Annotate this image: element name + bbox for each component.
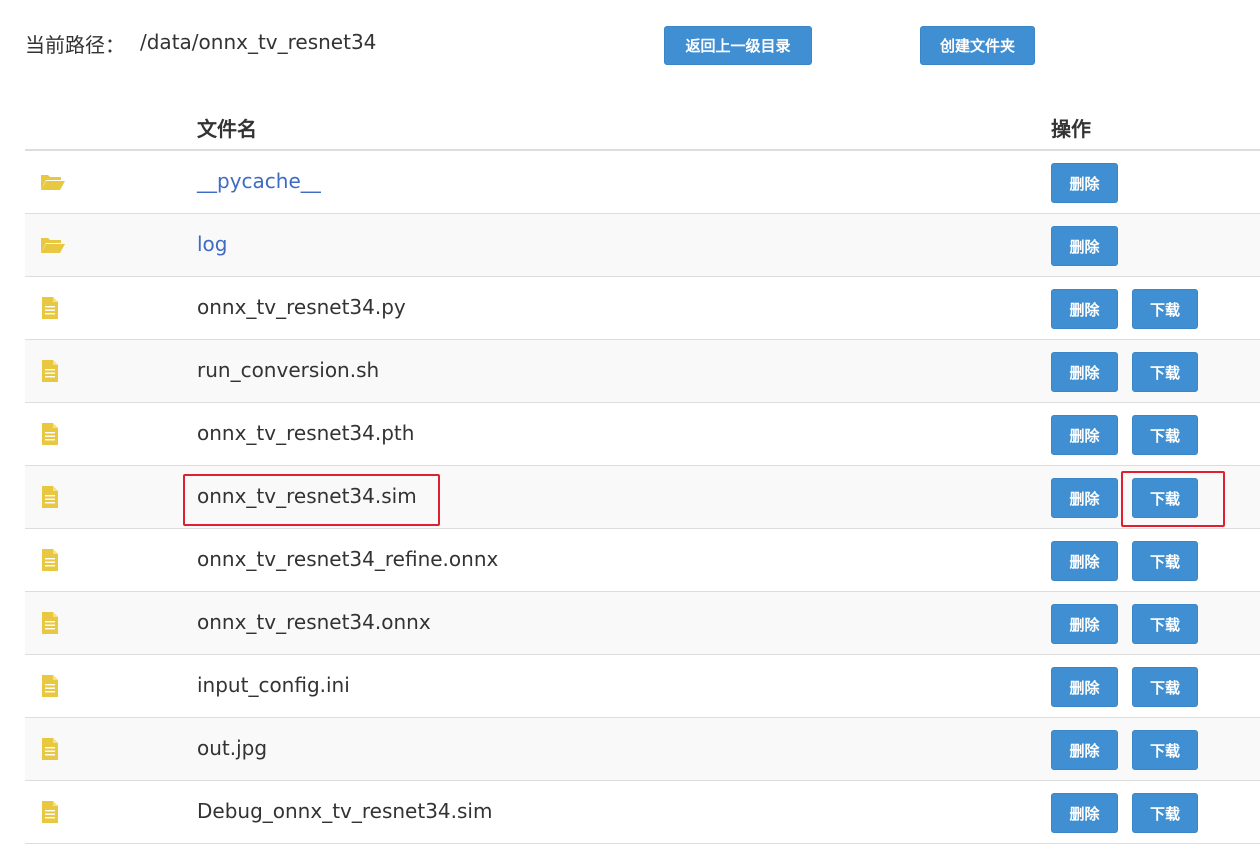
delete-button[interactable]: 删除 bbox=[1051, 478, 1118, 518]
file-text-icon bbox=[40, 486, 66, 508]
folder-link[interactable]: log bbox=[197, 232, 228, 256]
table-header: 文件名 操作 bbox=[25, 100, 1260, 151]
column-header-actions: 操作 bbox=[1051, 117, 1091, 141]
file-text-icon bbox=[40, 549, 66, 571]
delete-button[interactable]: 删除 bbox=[1051, 541, 1118, 581]
current-path-value: /data/onnx_tv_resnet34 bbox=[140, 30, 377, 54]
delete-button[interactable]: 删除 bbox=[1051, 730, 1118, 770]
delete-button[interactable]: 删除 bbox=[1051, 415, 1118, 455]
folder-open-icon bbox=[40, 171, 66, 193]
file-name: input_config.ini bbox=[197, 673, 350, 697]
file-text-icon bbox=[40, 360, 66, 382]
table-row: input_config.ini 删除 下载 bbox=[25, 655, 1260, 718]
file-name: out.jpg bbox=[197, 736, 268, 760]
download-button[interactable]: 下载 bbox=[1132, 667, 1198, 707]
download-button[interactable]: 下载 bbox=[1132, 415, 1198, 455]
folder-open-icon bbox=[40, 234, 66, 256]
table-row: onnx_tv_resnet34_refine.onnx 删除 下载 bbox=[25, 529, 1260, 592]
file-text-icon bbox=[40, 675, 66, 697]
file-name: onnx_tv_resnet34_refine.onnx bbox=[197, 547, 499, 571]
table-row: out.jpg 删除 下载 bbox=[25, 718, 1260, 781]
delete-button[interactable]: 删除 bbox=[1051, 289, 1118, 329]
download-button[interactable]: 下载 bbox=[1132, 289, 1198, 329]
table-row: onnx_tv_resnet34.py 删除 下载 bbox=[25, 277, 1260, 340]
delete-button[interactable]: 删除 bbox=[1051, 226, 1118, 266]
file-text-icon bbox=[40, 801, 66, 823]
table-row: log 删除 bbox=[25, 214, 1260, 277]
file-table: 文件名 操作 __pycache__ 删除 log 删除 onnx_tv_resnet3… bbox=[25, 100, 1260, 844]
folder-link[interactable]: __pycache__ bbox=[197, 169, 321, 193]
download-button[interactable]: 下载 bbox=[1132, 793, 1198, 833]
table-row: onnx_tv_resnet34.onnx 删除 下载 bbox=[25, 592, 1260, 655]
file-name: Debug_onnx_tv_resnet34.sim bbox=[197, 799, 493, 823]
file-name: onnx_tv_resnet34.py bbox=[197, 295, 406, 319]
delete-button[interactable]: 删除 bbox=[1051, 604, 1118, 644]
table-row: __pycache__ 删除 bbox=[25, 151, 1260, 214]
table-row: onnx_tv_resnet34.pth 删除 下载 bbox=[25, 403, 1260, 466]
create-folder-button[interactable]: 创建文件夹 bbox=[920, 26, 1035, 65]
file-text-icon bbox=[40, 612, 66, 634]
delete-button[interactable]: 删除 bbox=[1051, 793, 1118, 833]
table-row: run_conversion.sh 删除 下载 bbox=[25, 340, 1260, 403]
file-text-icon bbox=[40, 297, 66, 319]
download-button[interactable]: 下载 bbox=[1132, 604, 1198, 644]
file-text-icon bbox=[40, 738, 66, 760]
table-row: Debug_onnx_tv_resnet34.sim 删除 下载 bbox=[25, 781, 1260, 844]
delete-button[interactable]: 删除 bbox=[1051, 352, 1118, 392]
file-name: onnx_tv_resnet34.onnx bbox=[197, 610, 431, 634]
highlight-box-download bbox=[1121, 471, 1225, 527]
current-path-label: 当前路径： bbox=[25, 33, 125, 57]
delete-button[interactable]: 删除 bbox=[1051, 667, 1118, 707]
download-button[interactable]: 下载 bbox=[1132, 730, 1198, 770]
file-name: onnx_tv_resnet34.pth bbox=[197, 421, 415, 445]
highlight-box-filename bbox=[183, 474, 440, 526]
go-up-directory-button[interactable]: 返回上一级目录 bbox=[664, 26, 812, 65]
file-text-icon bbox=[40, 423, 66, 445]
file-name: run_conversion.sh bbox=[197, 358, 380, 382]
download-button[interactable]: 下载 bbox=[1132, 352, 1198, 392]
download-button[interactable]: 下载 bbox=[1132, 541, 1198, 581]
delete-button[interactable]: 删除 bbox=[1051, 163, 1118, 203]
header: 当前路径： /data/onnx_tv_resnet34 返回上一级目录 创建文… bbox=[0, 0, 1260, 90]
column-header-filename: 文件名 bbox=[197, 117, 257, 141]
